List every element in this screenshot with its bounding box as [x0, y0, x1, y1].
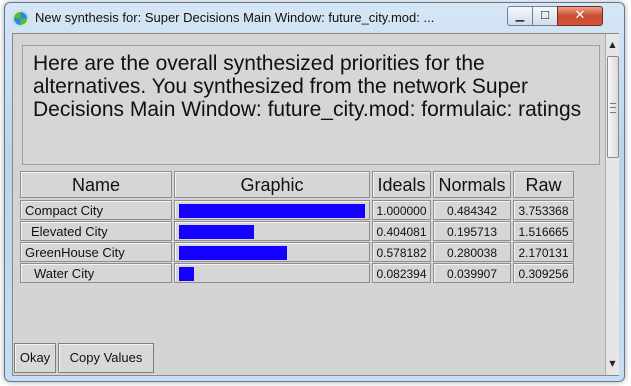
scroll-thumb[interactable]: [607, 56, 619, 158]
header-name: Name: [20, 171, 172, 198]
ideals-value: 0.578182: [372, 242, 431, 262]
priority-bar-cell: [174, 263, 370, 283]
okay-button[interactable]: Okay: [14, 343, 56, 373]
vertical-scrollbar[interactable]: ▲ ▼: [605, 34, 619, 375]
scroll-down-icon[interactable]: ▼: [606, 356, 619, 372]
scroll-up-icon[interactable]: ▲: [606, 37, 619, 53]
priority-bar-cell: [174, 200, 370, 220]
ideals-value: 0.404081: [372, 221, 431, 241]
priority-bar-cell: [174, 221, 370, 241]
alternative-name: Elevated City: [20, 221, 172, 241]
priority-bar: [179, 267, 194, 281]
raw-value: 2.170131: [513, 242, 574, 262]
window-title: New synthesis for: Super Decisions Main …: [35, 10, 435, 25]
header-graphic: Graphic: [174, 171, 370, 198]
ideals-value: 0.082394: [372, 263, 431, 283]
priority-bar: [179, 246, 287, 260]
alternative-name: GreenHouse City: [20, 242, 172, 262]
raw-value: 1.516665: [513, 221, 574, 241]
normals-value: 0.280038: [433, 242, 511, 262]
header-normals: Normals: [433, 171, 511, 198]
synthesis-window: New synthesis for: Super Decisions Main …: [4, 2, 625, 382]
alternative-name: Compact City: [20, 200, 172, 220]
scroll-grip-icon: [610, 103, 616, 113]
raw-value: 3.753368: [513, 200, 574, 220]
close-icon: ✕: [574, 8, 586, 23]
alternative-name: Water City: [20, 263, 172, 283]
normals-value: 0.195713: [433, 221, 511, 241]
ideals-value: 1.000000: [372, 200, 431, 220]
priority-bar-cell: [174, 242, 370, 262]
normals-value: 0.039907: [433, 263, 511, 283]
client-area: Here are the overall synthesized priorit…: [12, 33, 619, 376]
raw-value: 0.309256: [513, 263, 574, 283]
minimize-button[interactable]: ▁: [507, 6, 533, 26]
header-raw: Raw: [513, 171, 574, 198]
header-ideals: Ideals: [372, 171, 431, 198]
close-button[interactable]: ✕: [557, 6, 603, 26]
maximize-icon: ☐: [540, 9, 550, 22]
super-decisions-icon: [12, 10, 29, 27]
maximize-button[interactable]: ☐: [532, 6, 558, 26]
synthesis-message: Here are the overall synthesized priorit…: [33, 52, 582, 121]
normals-value: 0.484342: [433, 200, 511, 220]
title-bar[interactable]: New synthesis for: Super Decisions Main …: [5, 3, 624, 33]
synthesis-message-box: Here are the overall synthesized priorit…: [22, 45, 600, 165]
minimize-icon: ▁: [515, 9, 525, 22]
priority-bar: [179, 225, 254, 239]
priority-bar: [179, 204, 365, 218]
copy-values-button[interactable]: Copy Values: [58, 343, 154, 373]
